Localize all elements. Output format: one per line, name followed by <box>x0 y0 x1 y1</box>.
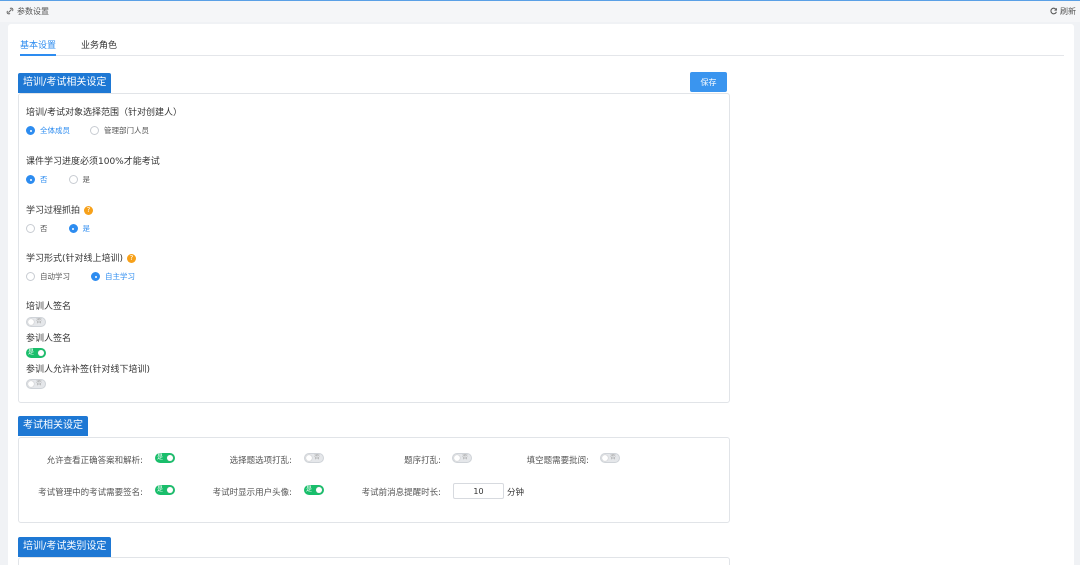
page-title: 参数设置 <box>17 7 49 16</box>
progress-radio-group: 否 是 <box>26 174 90 185</box>
training-exam-panel <box>18 93 730 403</box>
refresh-icon <box>1050 7 1058 17</box>
scope-radio-group: 全体成员 管理部门人员 <box>26 125 149 136</box>
trainee-signature-label: 参训人签名 <box>26 334 72 344</box>
radio-progress-no[interactable]: 否 <box>26 174 48 185</box>
study-mode-label: 学习形式(针对线上培训)? <box>26 251 137 264</box>
radio-progress-yes[interactable]: 是 <box>68 174 91 185</box>
capture-label-text: 学习过程抓拍 <box>26 206 81 216</box>
radio-dot <box>26 126 35 135</box>
toggle-knob <box>167 455 173 461</box>
radio-dept-managers[interactable]: 管理部门人员 <box>90 125 149 136</box>
radio-capture-no[interactable]: 否 <box>26 223 48 234</box>
toggle-knob <box>28 319 34 325</box>
tab-bar: 基本设置 业务角色 <box>20 38 1064 56</box>
radio-dot <box>26 224 35 233</box>
radio-all-members[interactable]: 全体成员 <box>26 125 70 136</box>
allow-view-answers-toggle[interactable]: 是 <box>155 453 175 463</box>
scope-label: 培训/考试对象选择范围（针对创建人） <box>26 108 183 118</box>
section-title-exam: 考试相关设定 <box>18 416 88 436</box>
show-avatar-toggle[interactable]: 是 <box>304 485 324 495</box>
radio-label: 全体成员 <box>40 126 70 135</box>
makeup-signature-label: 参训人允许补签(针对线下培训) <box>26 365 151 375</box>
study-mode-label-text: 学习形式(针对线上培训) <box>26 254 124 264</box>
show-avatar-label: 考试时显示用户头像: <box>212 488 292 498</box>
exam-signature-label: 考试管理中的考试需要签名: <box>38 488 143 498</box>
save-button[interactable]: 保存 <box>690 72 727 92</box>
toggle-text: 是 <box>28 349 35 356</box>
progress-requirement-label: 课件学习进度必须100%才能考试 <box>26 157 160 167</box>
breadcrumb: 参数设置 <box>6 6 49 17</box>
shuffle-questions-label: 题序打乱: <box>404 456 441 466</box>
radio-auto-study[interactable]: 自动学习 <box>26 271 70 282</box>
radio-label: 管理部门人员 <box>104 126 149 135</box>
toggle-knob <box>38 350 44 356</box>
reminder-minutes-input[interactable] <box>453 483 504 499</box>
help-icon[interactable]: ? <box>84 206 94 215</box>
toggle-text: 否 <box>36 318 43 325</box>
toggle-knob <box>167 487 173 493</box>
tab-basic-settings[interactable]: 基本设置 <box>20 38 57 56</box>
radio-dot <box>26 272 35 281</box>
top-bar: 参数设置 刷新 <box>0 0 1080 22</box>
tab-business-roles[interactable]: 业务角色 <box>81 38 117 56</box>
radio-dot <box>90 126 99 135</box>
radio-capture-yes[interactable]: 是 <box>68 223 91 234</box>
toggle-text: 是 <box>157 486 164 493</box>
help-icon[interactable]: ? <box>127 254 137 263</box>
toggle-knob <box>28 381 34 387</box>
toggle-text: 是 <box>157 454 164 461</box>
radio-label: 否 <box>40 224 48 233</box>
toggle-knob <box>602 455 608 461</box>
makeup-signature-toggle[interactable]: 否 <box>26 379 46 389</box>
radio-label: 是 <box>82 175 91 184</box>
trainee-signature-toggle[interactable]: 是 <box>26 348 46 358</box>
radio-dot <box>68 224 78 233</box>
toggle-knob <box>306 455 312 461</box>
section-title-category: 培训/考试类别设定 <box>18 537 112 557</box>
radio-dot <box>91 272 100 281</box>
radio-label: 自动学习 <box>40 272 70 281</box>
toggle-knob <box>454 455 460 461</box>
fill-blank-review-label: 填空题需要批阅: <box>526 456 589 466</box>
toggle-text: 否 <box>610 454 617 461</box>
study-mode-radio-group: 自动学习 自主学习 <box>26 271 135 282</box>
radio-label: 自主学习 <box>105 272 135 281</box>
shuffle-options-label: 选择题选项打乱: <box>229 456 292 466</box>
toggle-text: 否 <box>36 380 43 387</box>
capture-radio-group: 否 是 <box>26 223 90 234</box>
radio-self-study[interactable]: 自主学习 <box>91 271 135 282</box>
exam-settings-panel <box>18 437 730 523</box>
refresh-label: 刷新 <box>1060 7 1076 16</box>
refresh-button[interactable]: 刷新 <box>1050 6 1076 17</box>
toggle-text: 否 <box>462 454 469 461</box>
radio-label: 否 <box>40 175 48 184</box>
capture-label: 学习过程抓拍? <box>26 203 94 216</box>
allow-view-answers-label: 允许查看正确答案和解析: <box>46 456 143 466</box>
fill-blank-review-toggle[interactable]: 否 <box>600 453 620 463</box>
toggle-knob <box>316 487 322 493</box>
toggle-text: 是 <box>306 486 313 493</box>
reminder-unit: 分钟 <box>507 488 525 498</box>
reminder-label: 考试前消息提醒时长: <box>361 488 441 498</box>
radio-dot <box>26 175 35 184</box>
shuffle-options-toggle[interactable]: 否 <box>304 453 324 463</box>
category-panel <box>18 557 730 565</box>
settings-link-icon <box>6 7 14 17</box>
toggle-text: 否 <box>314 454 321 461</box>
exam-signature-toggle[interactable]: 是 <box>155 485 175 495</box>
radio-label: 是 <box>82 224 91 233</box>
radio-dot <box>68 175 78 184</box>
trainer-signature-label: 培训人签名 <box>26 302 72 312</box>
shuffle-questions-toggle[interactable]: 否 <box>452 453 472 463</box>
section-title-training-exam: 培训/考试相关设定 <box>18 73 112 93</box>
trainer-signature-toggle[interactable]: 否 <box>26 317 46 327</box>
main-card: 基本设置 业务角色 培训/考试相关设定 保存 培训/考试对象选择范围（针对创建人… <box>8 24 1074 565</box>
